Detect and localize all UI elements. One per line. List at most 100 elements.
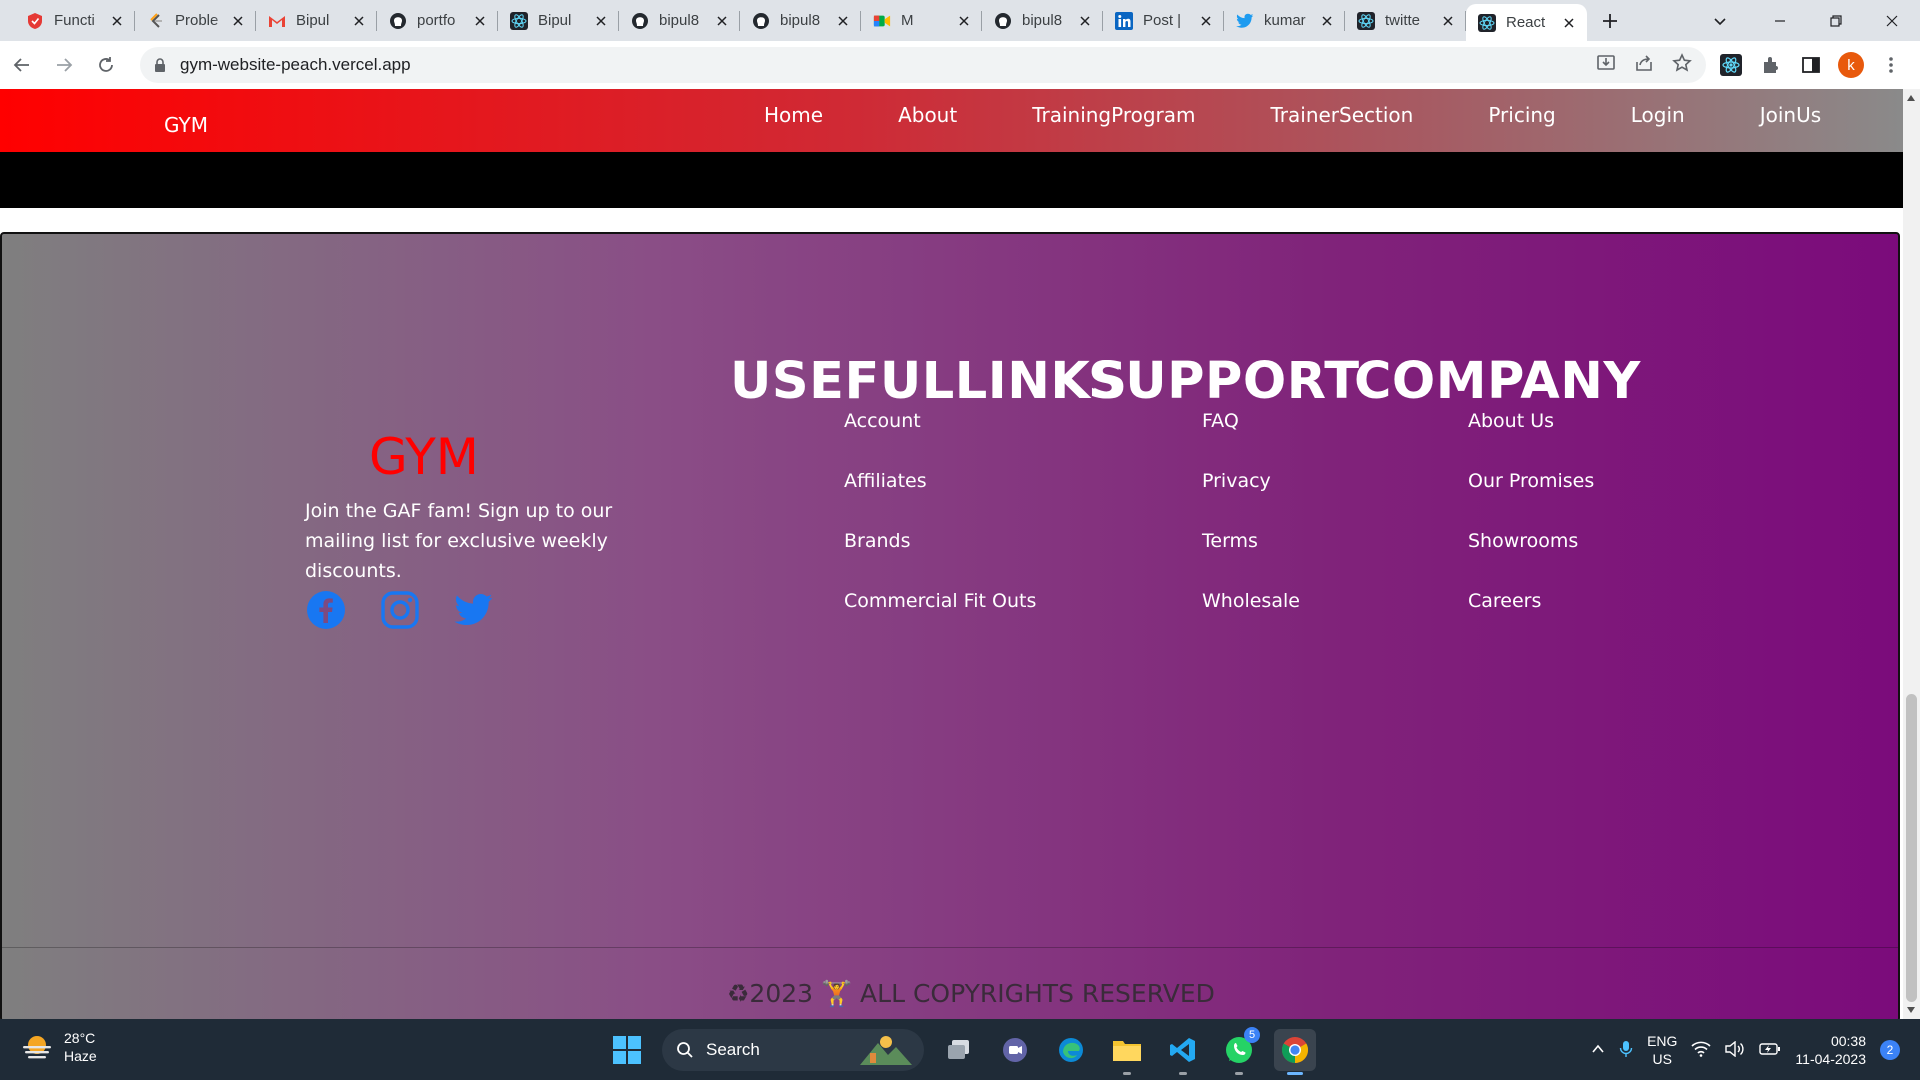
react-devtools-icon[interactable] — [1716, 50, 1746, 80]
browser-tab[interactable]: kumar — [1224, 0, 1345, 41]
nav-link[interactable]: About — [898, 103, 957, 127]
start-button[interactable] — [606, 1029, 648, 1071]
browser-tab[interactable]: bipul8 — [619, 0, 740, 41]
footer-link[interactable]: Commercial Fit Outs — [844, 590, 1036, 650]
nav-link[interactable]: TrainerSection — [1271, 103, 1414, 127]
browser-tab[interactable]: portfo — [377, 0, 498, 41]
footer-link[interactable]: Privacy — [1202, 470, 1300, 530]
footer-link[interactable]: Affiliates — [844, 470, 1036, 530]
nav-link[interactable]: JoinUs — [1760, 103, 1821, 127]
battery-charging-icon[interactable] — [1759, 1042, 1781, 1059]
side-panel-icon[interactable] — [1796, 50, 1826, 80]
nav-link[interactable]: Login — [1631, 103, 1685, 127]
taskbar-search[interactable]: Search — [662, 1029, 924, 1071]
reload-icon — [99, 57, 113, 72]
share-icon[interactable] — [1634, 53, 1654, 78]
footer-link[interactable]: Showrooms — [1468, 530, 1594, 590]
whatsapp-button[interactable]: 5 — [1218, 1027, 1260, 1075]
browser-tab[interactable]: M — [861, 0, 982, 41]
lock-icon[interactable] — [154, 58, 168, 72]
restore-button[interactable] — [1808, 0, 1864, 41]
footer-link[interactable]: Terms — [1202, 530, 1300, 590]
nav-link[interactable]: Home — [764, 103, 823, 127]
close-tab-icon[interactable] — [714, 13, 730, 29]
address-bar[interactable]: gym-website-peach.vercel.app — [140, 47, 1706, 83]
task-view-icon — [948, 1040, 969, 1059]
github-icon — [994, 12, 1012, 30]
close-tab-icon[interactable] — [1198, 13, 1214, 29]
footer-link[interactable]: FAQ — [1202, 410, 1300, 470]
task-view-button[interactable] — [938, 1029, 980, 1071]
footer-link[interactable]: Account — [844, 410, 1036, 470]
close-tab-icon[interactable] — [956, 13, 972, 29]
input-language[interactable]: ENG US — [1647, 1032, 1677, 1068]
browser-tab[interactable]: Functi — [14, 0, 135, 41]
close-tab-icon[interactable] — [1077, 13, 1093, 29]
browser-tab[interactable]: bipul8 — [982, 0, 1103, 41]
vscode-icon — [1170, 1038, 1195, 1062]
close-tab-icon[interactable] — [230, 13, 246, 29]
close-tab-icon[interactable] — [835, 13, 851, 29]
footer-link[interactable]: Wholesale — [1202, 590, 1300, 650]
page-scrollbar[interactable] — [1903, 89, 1920, 1019]
vscode-button[interactable] — [1162, 1029, 1204, 1075]
file-explorer-button[interactable] — [1106, 1029, 1148, 1075]
minimize-button[interactable] — [1752, 0, 1808, 41]
wifi-icon[interactable] — [1691, 1041, 1711, 1060]
browser-tab[interactable]: React — [1466, 4, 1587, 41]
weather-widget[interactable]: 28°C Haze — [20, 1029, 97, 1065]
chevron-up-icon[interactable] — [1591, 1042, 1605, 1059]
forward-button[interactable] — [44, 45, 84, 85]
bookmark-star-icon[interactable] — [1672, 52, 1692, 78]
weather-desc: Haze — [64, 1048, 97, 1064]
site-logo[interactable]: GYM — [164, 113, 208, 137]
footer-column-heading: USEFULLINKS — [730, 352, 1128, 411]
close-tab-icon[interactable] — [1440, 13, 1456, 29]
scroll-down-arrow[interactable] — [1907, 1007, 1915, 1013]
close-tab-icon[interactable] — [1561, 15, 1577, 31]
avatar[interactable]: k — [1838, 52, 1864, 78]
footer-link[interactable]: Our Promises — [1468, 470, 1594, 530]
menu-kebab-icon[interactable] — [1876, 50, 1906, 80]
instagram-icon[interactable] — [379, 589, 421, 631]
speaker-icon[interactable] — [1725, 1040, 1745, 1060]
url-text[interactable]: gym-website-peach.vercel.app — [180, 55, 411, 75]
microphone-icon[interactable] — [1619, 1040, 1633, 1061]
tab-search-button[interactable] — [1706, 7, 1734, 35]
close-tab-icon[interactable] — [1319, 13, 1335, 29]
browser-tab[interactable]: Post | — [1103, 0, 1224, 41]
twitter-icon[interactable] — [453, 589, 495, 631]
edge-browser-button[interactable] — [1050, 1029, 1092, 1071]
facebook-icon[interactable] — [305, 589, 347, 631]
github-icon — [752, 12, 770, 30]
browser-toolbar: gym-website-peach.vercel.app k — [0, 41, 1920, 89]
taskbar-clock[interactable]: 00:38 11-04-2023 — [1795, 1032, 1866, 1068]
browser-tab[interactable]: twitte — [1345, 0, 1466, 41]
close-window-button[interactable] — [1864, 0, 1920, 41]
puzzle-extensions-icon[interactable] — [1756, 50, 1786, 80]
close-tab-icon[interactable] — [109, 13, 125, 29]
reload-button[interactable] — [86, 45, 126, 85]
footer-link[interactable]: Careers — [1468, 590, 1594, 650]
nav-link[interactable]: Pricing — [1488, 103, 1555, 127]
browser-tab[interactable]: Bipul — [498, 0, 619, 41]
close-tab-icon[interactable] — [351, 13, 367, 29]
new-tab-button[interactable] — [1593, 4, 1627, 38]
tab-title: Functi — [54, 12, 95, 29]
footer-link[interactable]: Brands — [844, 530, 1036, 590]
close-tab-icon[interactable] — [593, 13, 609, 29]
browser-tab[interactable]: Bipul — [256, 0, 377, 41]
chrome-button[interactable] — [1274, 1029, 1316, 1075]
scrollbar-thumb[interactable] — [1906, 694, 1917, 1002]
install-app-icon[interactable] — [1596, 53, 1616, 78]
profile-avatar[interactable]: k — [1836, 50, 1866, 80]
nav-link[interactable]: TrainingProgram — [1032, 103, 1195, 127]
browser-tab[interactable]: bipul8 — [740, 0, 861, 41]
notification-count-badge[interactable]: 2 — [1880, 1040, 1900, 1060]
teams-chat-button[interactable] — [994, 1029, 1036, 1071]
scroll-up-arrow[interactable] — [1907, 95, 1915, 101]
close-tab-icon[interactable] — [472, 13, 488, 29]
browser-tab[interactable]: Proble — [135, 0, 256, 41]
back-button[interactable] — [2, 45, 42, 85]
footer-link[interactable]: About Us — [1468, 410, 1594, 470]
